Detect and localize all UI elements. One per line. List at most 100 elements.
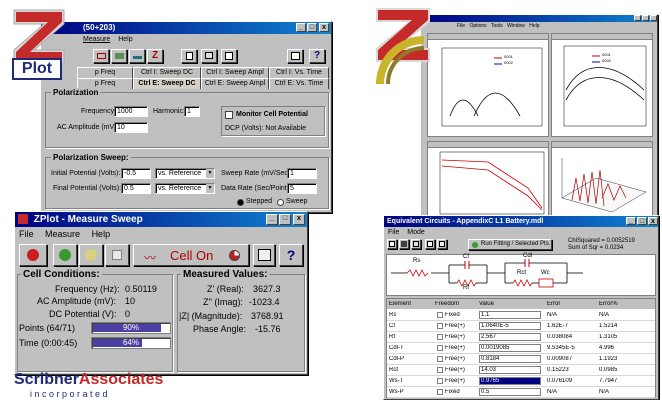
freedom-checkbox[interactable] xyxy=(437,334,443,340)
toolbar-button-z[interactable]: Z xyxy=(147,49,163,63)
maximize-button[interactable] xyxy=(642,15,649,21)
freedom-checkbox[interactable] xyxy=(437,345,443,351)
run-button[interactable] xyxy=(53,244,77,266)
skip-button[interactable] xyxy=(105,244,129,266)
menu-options[interactable]: Options xyxy=(469,23,486,29)
menu-mode[interactable]: Mode xyxy=(407,229,425,236)
sweep-radio[interactable] xyxy=(277,199,284,206)
cell-on-button[interactable]: 〰 Cell On xyxy=(133,244,249,266)
sweep-rate-input[interactable]: 1 xyxy=(287,168,317,179)
final-potential-input[interactable]: 0.5 xyxy=(121,183,151,194)
table-row[interactable]: Rct Free(+) 14.03 0.15223 0.0985 xyxy=(387,365,655,376)
table-cell[interactable]: 2.567 xyxy=(479,333,541,341)
tab-ctrl-i-vs-time[interactable]: Ctrl I: Vs. Time xyxy=(269,67,329,78)
table-row[interactable]: Ws-T Free(+) 0.9765 0.076109 7.7947 xyxy=(387,376,655,387)
menu-measure[interactable]: Measure xyxy=(83,36,110,43)
menu-window[interactable]: Window xyxy=(507,23,525,29)
toolbar-button-help[interactable]: ? xyxy=(309,49,325,63)
tab-ctrl-e-vs-time[interactable]: Ctrl E: Vs. Time xyxy=(269,78,329,89)
tab-ctrl-e-sweep-ampl[interactable]: Ctrl E: Sweep Ampl xyxy=(201,78,269,89)
freedom-checkbox[interactable] xyxy=(437,323,443,329)
table-cell[interactable]: 0.9765 xyxy=(479,377,541,385)
pause-button[interactable] xyxy=(79,244,103,266)
maximize-button[interactable]: □ xyxy=(307,23,317,32)
freedom-checkbox[interactable] xyxy=(437,367,443,373)
column-header-element[interactable]: Element xyxy=(389,301,411,307)
toolbar-button-freq[interactable] xyxy=(93,49,109,63)
trend-graph-window[interactable] xyxy=(427,141,549,219)
table-row[interactable]: Rf Free(+) 2.567 0.038084 1.3105 xyxy=(387,332,655,343)
menu-help[interactable]: Help xyxy=(529,23,539,29)
minimize-button[interactable] xyxy=(634,15,641,21)
column-header-error[interactable]: Error xyxy=(547,301,560,307)
table-cell[interactable]: 0.0019085 xyxy=(479,344,541,352)
menu-help[interactable]: Help xyxy=(118,36,132,43)
close-button[interactable]: x xyxy=(319,23,329,32)
maximize-button[interactable]: □ xyxy=(637,217,647,225)
toolbar-button-open[interactable] xyxy=(201,49,217,63)
menu-help[interactable]: Help xyxy=(92,229,111,239)
table-row[interactable]: Cdl-P Free(+) 0.8184 0.009087 1.1923 xyxy=(387,354,655,365)
menu-file[interactable]: File xyxy=(19,229,34,239)
help-button[interactable]: ? xyxy=(279,244,303,266)
ac-amplitude-input[interactable]: 10 xyxy=(114,122,148,133)
minimize-button[interactable]: _ xyxy=(626,217,636,225)
final-reference-select[interactable]: vs. Reference ▼ xyxy=(155,183,215,194)
initial-potential-input[interactable]: -0.5 xyxy=(121,168,151,179)
initial-reference-select[interactable]: vs. Reference ▼ xyxy=(155,168,215,179)
table-cell[interactable]: 1.1 xyxy=(479,311,541,319)
new-button[interactable] xyxy=(387,239,397,249)
table-cell[interactable]: 14.03 xyxy=(479,366,541,374)
tab-ctrl-i-sweep-dc[interactable]: Ctrl I: Sweep DC xyxy=(133,67,201,78)
nyquist-graph-window[interactable]: 0001 0002 xyxy=(427,33,549,137)
table-cell[interactable]: 0.5 xyxy=(479,388,541,396)
bode-graph-window[interactable]: 0001 0002 xyxy=(551,33,653,137)
paste-button[interactable] xyxy=(437,239,447,249)
freedom-checkbox[interactable] xyxy=(437,389,443,395)
close-button[interactable]: x xyxy=(293,214,305,225)
table-row[interactable]: Cdl-T Free(+) 0.0019085 9.5345E-5 4.996 xyxy=(387,343,655,354)
close-button[interactable] xyxy=(650,15,657,21)
stop-button[interactable] xyxy=(19,244,47,266)
chevron-down-icon: ▼ xyxy=(206,184,214,193)
minimize-button[interactable]: _ xyxy=(296,23,306,32)
stepped-radio[interactable] xyxy=(237,199,244,206)
tab-ctrl-e-sweep-dc[interactable]: Ctrl E: Sweep DC xyxy=(133,78,201,89)
menu-file[interactable]: File xyxy=(457,23,465,29)
column-header-error-percent[interactable]: Error% xyxy=(599,301,618,307)
stop-icon xyxy=(27,249,39,261)
table-cell[interactable]: 0.8184 xyxy=(479,355,541,363)
maximize-button[interactable]: □ xyxy=(279,214,291,225)
graph-window-button[interactable] xyxy=(253,244,275,266)
table-row[interactable]: Ws-P Fixed 0.5 N/A N/A xyxy=(387,387,655,398)
tab-freq-i[interactable]: p Freq xyxy=(77,67,133,78)
minimize-button[interactable]: _ xyxy=(266,214,278,225)
table-cell[interactable]: 1.0640E-5 xyxy=(479,322,541,330)
menu-file[interactable]: File xyxy=(388,229,399,236)
save-button[interactable] xyxy=(399,239,409,249)
tab-ctrl-i-sweep-ampl[interactable]: Ctrl I: Sweep Ampl xyxy=(201,67,269,78)
frequency-input[interactable]: 1000 xyxy=(114,106,148,117)
toolbar-button-bars[interactable] xyxy=(129,49,145,63)
freedom-checkbox[interactable] xyxy=(437,378,443,384)
menu-measure[interactable]: Measure xyxy=(45,229,80,239)
run-fitting-button[interactable]: Run Fitting / Selected Pts. xyxy=(468,239,552,250)
menu-tools[interactable]: Tools xyxy=(491,23,503,29)
toolbar-button-copy[interactable] xyxy=(221,49,237,63)
toolbar-button-graph[interactable] xyxy=(287,49,303,63)
toolbar-button-chart[interactable] xyxy=(111,49,127,63)
monitor-checkbox[interactable] xyxy=(225,111,233,119)
column-header-freedom[interactable]: Freedom xyxy=(435,301,459,307)
freedom-checkbox[interactable] xyxy=(437,312,443,318)
print-button[interactable] xyxy=(411,239,421,249)
toolbar-button-new[interactable] xyxy=(181,49,197,63)
close-button[interactable]: x xyxy=(648,217,658,225)
table-row[interactable]: Rs Fixed 1.1 N/A N/A xyxy=(387,310,655,321)
harmonic-input[interactable]: 1 xyxy=(184,106,200,117)
3d-graph-window[interactable] xyxy=(551,141,653,219)
copy-button[interactable] xyxy=(425,239,435,249)
column-header-value[interactable]: Value xyxy=(479,301,494,307)
data-rate-input[interactable]: 5 xyxy=(287,183,317,194)
table-row[interactable]: Cf Free(+) 1.0640E-5 1.62E-7 1.5214 xyxy=(387,321,655,332)
freedom-checkbox[interactable] xyxy=(437,356,443,362)
